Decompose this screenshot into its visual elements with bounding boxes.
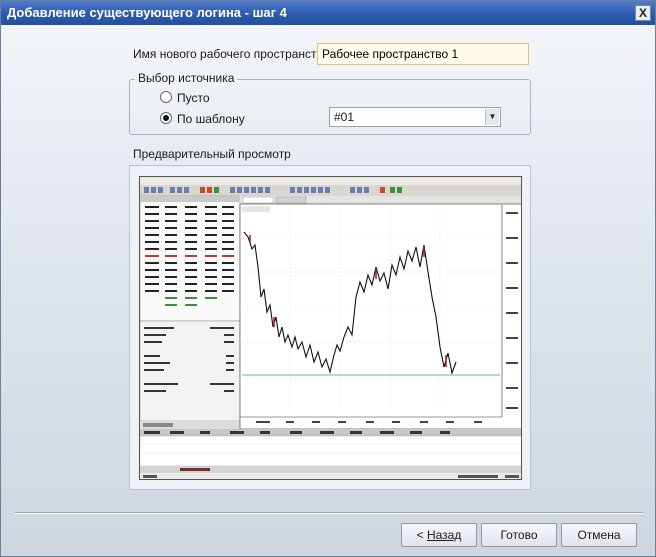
back-button[interactable]: < Назад <box>401 523 477 547</box>
radio-empty[interactable] <box>160 91 172 103</box>
preview-image <box>140 177 521 479</box>
preview-frame <box>129 165 531 490</box>
preview-thumbnail <box>139 176 522 480</box>
radio-template-label[interactable]: По шаблону <box>177 112 245 126</box>
cancel-button[interactable]: Отмена <box>561 523 637 547</box>
finish-button[interactable]: Готово <box>481 523 557 547</box>
chevron-down-icon[interactable]: ▼ <box>485 109 499 125</box>
workspace-name-input[interactable] <box>317 43 529 65</box>
template-select[interactable]: #01 ▼ <box>329 107 501 127</box>
dialog-window: Добавление существующего логина - шаг 4 … <box>0 0 656 557</box>
window-title: Добавление существующего логина - шаг 4 <box>7 5 287 20</box>
back-button-prefix: < <box>416 528 427 542</box>
template-select-value: #01 <box>334 110 355 124</box>
workspace-name-label: Имя нового рабочего пространства <box>133 47 330 61</box>
radio-empty-label[interactable]: Пусто <box>177 91 210 105</box>
close-button[interactable]: X <box>635 5 651 21</box>
finish-button-label: Готово <box>500 528 538 542</box>
title-bar: Добавление существующего логина - шаг 4 … <box>1 1 655 25</box>
cancel-button-label: Отмена <box>577 528 621 542</box>
close-icon: X <box>638 6 647 20</box>
divider <box>15 512 643 514</box>
preview-label: Предварительный просмотр <box>133 147 291 161</box>
radio-template[interactable] <box>160 112 172 124</box>
back-button-label: Назад <box>426 528 462 542</box>
source-group-label: Выбор источника <box>135 71 238 85</box>
